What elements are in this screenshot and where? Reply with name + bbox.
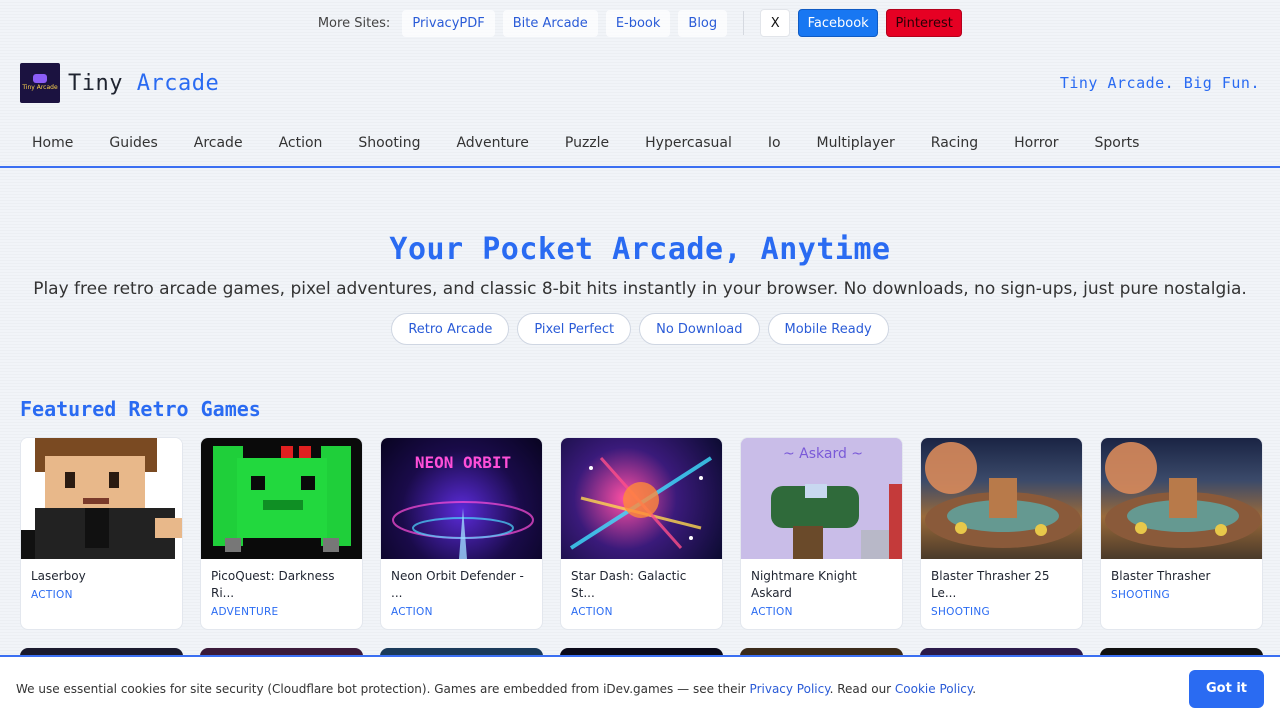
- main-nav: Home Guides Arcade Action Shooting Adven…: [0, 120, 1280, 168]
- gamepad-icon: [33, 74, 47, 84]
- blaster-thrasher-25-art: [925, 442, 1081, 548]
- brand-name: Tiny Arcade: [68, 71, 219, 96]
- site-tagline: Tiny Arcade. Big Fun.: [1059, 74, 1260, 92]
- game-card-neon-orbit[interactable]: NEON ORBIT Neon Orbit Defender - ... ACT…: [380, 437, 543, 630]
- cookie-text-end: .: [972, 681, 977, 696]
- game-card-blaster-thrasher[interactable]: Blaster Thrasher SHOOTING: [1100, 437, 1263, 630]
- cookie-policy-link[interactable]: Cookie Policy: [895, 682, 972, 696]
- pill-retro-arcade[interactable]: Retro Arcade: [391, 313, 510, 345]
- brand-name-plain: Tiny: [68, 70, 123, 96]
- brand-name-accent: Arcade: [136, 70, 220, 96]
- cookie-message: We use essential cookies for site securi…: [16, 682, 976, 696]
- game-thumbnail: [21, 438, 182, 559]
- site-link-privacypdf[interactable]: PrivacyPDF: [402, 9, 495, 37]
- cookie-accept-button[interactable]: Got it: [1189, 669, 1264, 708]
- picoquest-art: [201, 438, 362, 559]
- askard-logo-text: ~ Askard ~: [783, 446, 863, 462]
- hero-title: Your Pocket Arcade, Anytime: [389, 232, 891, 267]
- brand-home-link[interactable]: Tiny Arcade Tiny Arcade: [20, 63, 219, 103]
- more-sites-bar: More Sites: PrivacyPDF Bite Arcade E-boo…: [0, 0, 1280, 46]
- game-title: Nightmare Knight Askard: [751, 569, 857, 600]
- nav-item-horror[interactable]: Horror: [996, 135, 1076, 151]
- topbar-divider: [743, 11, 745, 35]
- game-card-nightmare-knight[interactable]: ~ Askard ~ Nightmare Knight Askard ACTIO…: [740, 437, 903, 630]
- star-dash-art: [569, 456, 713, 550]
- game-category: SHOOTING: [1111, 589, 1170, 601]
- laserboy-art: [21, 438, 182, 559]
- game-thumbnail: [1101, 438, 1262, 559]
- nav-item-action[interactable]: Action: [261, 135, 341, 151]
- game-card-picoquest[interactable]: PicoQuest: Darkness Ri... ADVENTURE: [200, 437, 363, 630]
- neon-orbit-logo-text: NEON ORBIT: [415, 453, 511, 472]
- game-title: PicoQuest: Darkness Ri...: [211, 569, 335, 600]
- game-card-blaster-thrasher-25[interactable]: Blaster Thrasher 25 Le... SHOOTING: [920, 437, 1083, 630]
- game-title: Star Dash: Galactic St...: [571, 569, 687, 600]
- featured-games-row: Laserboy ACTION PicoQuest: Darkness Ri..…: [0, 421, 1280, 630]
- game-category: ACTION: [751, 606, 793, 618]
- blaster-thrasher-art: [1105, 442, 1261, 548]
- nav-item-shooting[interactable]: Shooting: [340, 135, 438, 151]
- game-category: ACTION: [31, 589, 73, 601]
- hero-section: Your Pocket Arcade, Anytime Play free re…: [0, 168, 1280, 345]
- nav-item-io[interactable]: Io: [750, 135, 799, 151]
- site-logo: Tiny Arcade: [20, 63, 60, 103]
- nav-item-guides[interactable]: Guides: [91, 135, 175, 151]
- facebook-social-button[interactable]: Facebook: [798, 9, 879, 37]
- game-thumbnail: [921, 438, 1082, 559]
- nav-item-hypercasual[interactable]: Hypercasual: [627, 135, 750, 151]
- game-thumbnail: [561, 438, 722, 559]
- x-social-button[interactable]: X: [760, 9, 791, 37]
- nav-item-arcade[interactable]: Arcade: [176, 135, 261, 151]
- nightmare-knight-art: ~ Askard ~: [741, 438, 902, 559]
- pinterest-social-button[interactable]: Pinterest: [886, 9, 963, 37]
- nav-item-adventure[interactable]: Adventure: [438, 135, 546, 151]
- game-card-laserboy[interactable]: Laserboy ACTION: [20, 437, 183, 630]
- feature-pills: Retro Arcade Pixel Perfect No Download M…: [0, 313, 1280, 345]
- nav-item-multiplayer[interactable]: Multiplayer: [799, 135, 913, 151]
- nav-item-puzzle[interactable]: Puzzle: [547, 135, 627, 151]
- featured-section-title: Featured Retro Games: [20, 397, 261, 421]
- game-category: ACTION: [571, 606, 613, 618]
- cookie-text: We use essential cookies for site securi…: [16, 681, 750, 696]
- game-thumbnail: ~ Askard ~: [741, 438, 902, 559]
- cookie-banner: We use essential cookies for site securi…: [0, 655, 1280, 720]
- pill-mobile-ready[interactable]: Mobile Ready: [767, 313, 889, 345]
- game-title: Blaster Thrasher 25 Le...: [931, 569, 1050, 600]
- game-thumbnail: NEON ORBIT: [381, 438, 542, 559]
- game-title: Laserboy: [31, 569, 86, 583]
- nav-item-sports[interactable]: Sports: [1077, 135, 1158, 151]
- nav-item-home[interactable]: Home: [14, 135, 91, 151]
- site-header: Tiny Arcade Tiny Arcade Tiny Arcade. Big…: [0, 46, 1280, 120]
- game-category: ADVENTURE: [211, 606, 279, 618]
- more-sites-label: More Sites:: [317, 15, 391, 31]
- hero-subtitle: Play free retro arcade games, pixel adve…: [33, 279, 1247, 299]
- site-link-ebook[interactable]: E-book: [605, 9, 671, 37]
- game-title: Neon Orbit Defender - ...: [391, 569, 524, 600]
- game-card-star-dash[interactable]: Star Dash: Galactic St... ACTION: [560, 437, 723, 630]
- neon-orbit-art: NEON ORBIT: [392, 453, 534, 559]
- logo-text: Tiny Arcade: [22, 84, 58, 92]
- game-category: SHOOTING: [931, 606, 990, 618]
- pill-no-download[interactable]: No Download: [639, 313, 760, 345]
- game-title: Blaster Thrasher: [1111, 569, 1211, 583]
- game-category: ACTION: [391, 606, 433, 618]
- privacy-policy-link[interactable]: Privacy Policy: [750, 682, 830, 696]
- nav-item-racing[interactable]: Racing: [913, 135, 996, 151]
- pill-pixel-perfect[interactable]: Pixel Perfect: [517, 313, 632, 345]
- site-link-blog[interactable]: Blog: [678, 9, 728, 37]
- cookie-text-middle: . Read our: [829, 681, 895, 696]
- site-link-bite-arcade[interactable]: Bite Arcade: [502, 9, 598, 37]
- game-thumbnail: [201, 438, 362, 559]
